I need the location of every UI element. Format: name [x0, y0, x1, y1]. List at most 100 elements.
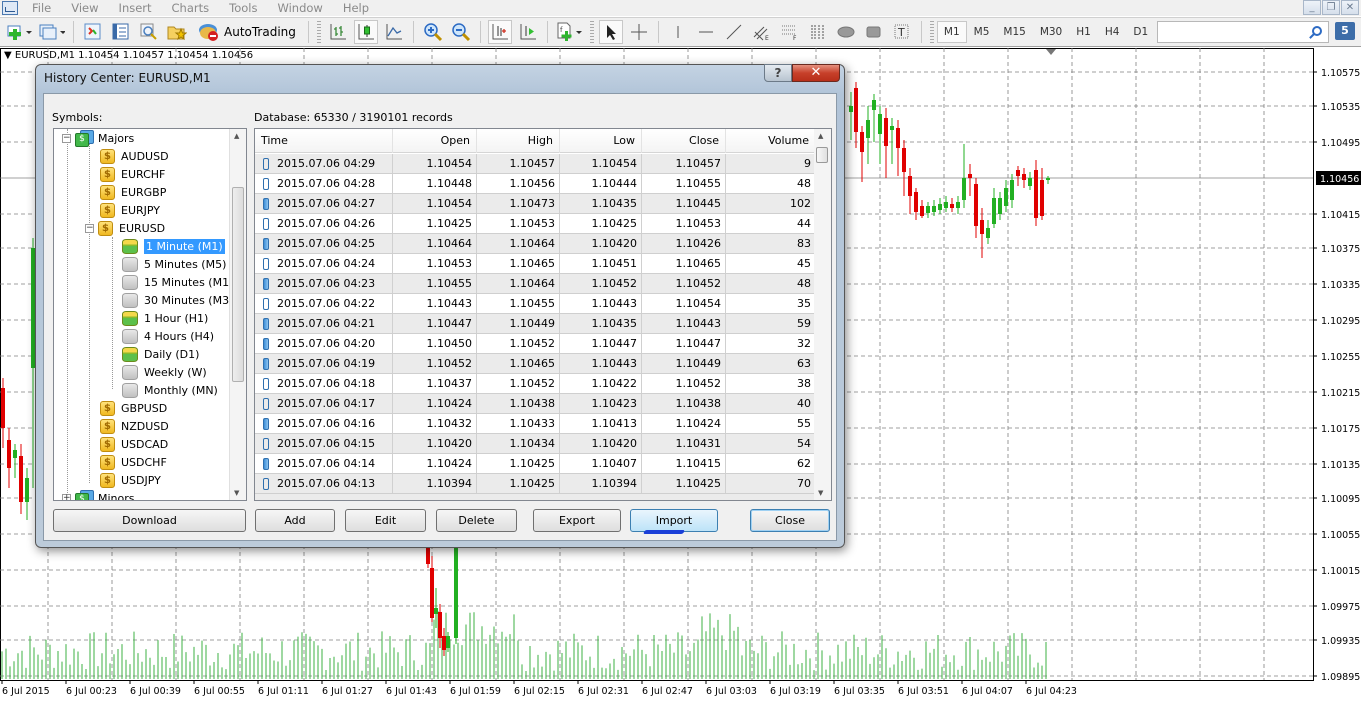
search-input[interactable]: [1157, 21, 1329, 43]
tree-group-majors[interactable]: − Majors: [62, 129, 134, 147]
indicators-button[interactable]: f: [555, 20, 585, 44]
scroll-up-icon[interactable]: ▲: [818, 132, 823, 140]
minimize-button[interactable]: _: [1303, 0, 1321, 15]
horizontal-line-button[interactable]: [694, 20, 718, 44]
table-row[interactable]: 2015.07.06 04:19 1.10452 1.10465 1.10443 1.1…: [255, 354, 815, 374]
text-label-button[interactable]: T: [890, 20, 914, 44]
tree-timeframe[interactable]: Daily (D1): [122, 345, 199, 363]
menu-charts[interactable]: Charts: [162, 0, 220, 16]
import-button[interactable]: Import: [630, 509, 718, 532]
table-row[interactable]: 2015.07.06 04:25 1.10464 1.10464 1.10420 1.1…: [255, 234, 815, 254]
vertical-line-button[interactable]: [666, 20, 690, 44]
tree-symbol-eurusd[interactable]: − $ EURUSD: [85, 219, 165, 237]
scroll-down-icon[interactable]: ▼: [818, 489, 823, 497]
table-scroll-thumb[interactable]: [816, 147, 828, 163]
column-high[interactable]: High: [477, 129, 560, 153]
timeframe-m5[interactable]: M5: [967, 21, 997, 43]
tree-timeframe[interactable]: Weekly (W): [122, 363, 207, 381]
download-button[interactable]: Download: [53, 509, 246, 532]
fibonacci-button[interactable]: F: [778, 20, 802, 44]
tree-timeframe[interactable]: Monthly (MN): [122, 381, 218, 399]
table-row[interactable]: 2015.07.06 04:28 1.10448 1.10456 1.10444 1.1…: [255, 174, 815, 194]
rectangle-button[interactable]: [862, 20, 886, 44]
tree-symbol[interactable]: $ EURGBP: [100, 183, 166, 201]
timeframe-m15[interactable]: M15: [996, 21, 1032, 43]
tree-timeframe[interactable]: 1 Minute (M1): [122, 237, 225, 255]
timeframe-m1[interactable]: M1: [936, 21, 967, 43]
terminal-button[interactable]: [165, 20, 189, 44]
tree-symbol[interactable]: $ EURCHF: [100, 165, 165, 183]
column-open[interactable]: Open: [393, 129, 477, 153]
table-row[interactable]: 2015.07.06 04:20 1.10450 1.10452 1.10447 1.1…: [255, 334, 815, 354]
new-chart-button[interactable]: [6, 20, 34, 44]
market-watch-button[interactable]: [81, 20, 105, 44]
search-icon[interactable]: [1312, 26, 1322, 36]
table-row[interactable]: 2015.07.06 04:23 1.10455 1.10464 1.10452 1.1…: [255, 274, 815, 294]
table-row[interactable]: 2015.07.06 04:15 1.10420 1.10434 1.10420 1.1…: [255, 434, 815, 454]
help-button[interactable]: ?: [764, 64, 792, 82]
table-row[interactable]: 2015.07.06 04:26 1.10425 1.10453 1.10425 1.1…: [255, 214, 815, 234]
cycle-lines-button[interactable]: [806, 20, 830, 44]
tree-symbol[interactable]: $ USDJPY: [100, 471, 161, 489]
symbols-tree[interactable]: − Majors $ AUDUSD $ EURCHF $ EURGBP $ EU…: [53, 128, 247, 501]
expand-icon[interactable]: +: [62, 493, 71, 500]
candlestick-chart-button[interactable]: [353, 20, 378, 44]
tree-symbol[interactable]: $ AUDUSD: [100, 147, 169, 165]
table-scrollbar[interactable]: ▲ ▼: [814, 129, 831, 500]
bar-chart-button[interactable]: [326, 20, 350, 44]
chart-menu-arrow-icon[interactable]: ▼: [4, 50, 15, 61]
column-low[interactable]: Low: [560, 129, 642, 153]
tree-group-minors[interactable]: + Minors: [62, 489, 135, 500]
chart-shift-button[interactable]: [516, 20, 540, 44]
trendline-button[interactable]: [722, 20, 746, 44]
crosshair-button[interactable]: [627, 20, 651, 44]
table-row[interactable]: 2015.07.06 04:13 1.10394 1.10425 1.10394 1.1…: [255, 474, 815, 494]
tree-timeframe[interactable]: 30 Minutes (M30): [122, 291, 240, 309]
table-row[interactable]: 2015.07.06 04:24 1.10453 1.10465 1.10451 1.1…: [255, 254, 815, 274]
menu-help[interactable]: Help: [333, 0, 379, 16]
tree-timeframe[interactable]: 4 Hours (H4): [122, 327, 214, 345]
menu-window[interactable]: Window: [267, 0, 332, 16]
timeframe-h1[interactable]: H1: [1069, 21, 1098, 43]
ellipse-button[interactable]: [834, 20, 858, 44]
history-table[interactable]: Time Open High Low Close Volume 2015.07.…: [254, 128, 832, 501]
table-row-partial[interactable]: [255, 494, 815, 500]
auto-scroll-button[interactable]: [487, 20, 512, 44]
dialog-close-x-button[interactable]: ✕: [792, 64, 840, 82]
table-row[interactable]: 2015.07.06 04:27 1.10454 1.10473 1.10435 1.1…: [255, 194, 815, 214]
scroll-down-icon[interactable]: ▼: [234, 489, 239, 497]
tree-symbol[interactable]: $ EURJPY: [100, 201, 160, 219]
zoom-in-button[interactable]: [421, 20, 445, 44]
tree-symbol[interactable]: $ GBPUSD: [100, 399, 167, 417]
table-row[interactable]: 2015.07.06 04:14 1.10424 1.10425 1.10407 1.1…: [255, 454, 815, 474]
close-window-button[interactable]: ✕: [1341, 0, 1359, 15]
zoom-out-button[interactable]: [449, 20, 473, 44]
equidistant-channel-button[interactable]: E: [750, 20, 774, 44]
table-row[interactable]: 2015.07.06 04:22 1.10443 1.10455 1.10443 1.1…: [255, 294, 815, 314]
autotrading-button[interactable]: AutoTrading: [193, 20, 301, 44]
add-button[interactable]: Add: [255, 509, 335, 532]
timeframe-m30[interactable]: M30: [1033, 21, 1069, 43]
delete-button[interactable]: Delete: [436, 509, 517, 532]
navigator-button[interactable]: [137, 20, 161, 44]
line-chart-button[interactable]: [382, 20, 406, 44]
scroll-up-icon[interactable]: ▲: [234, 132, 239, 140]
timeframe-d1[interactable]: D1: [1126, 21, 1155, 43]
restore-button[interactable]: ❐: [1322, 0, 1340, 15]
tree-symbol[interactable]: $ USDCHF: [100, 453, 167, 471]
table-row[interactable]: 2015.07.06 04:16 1.10432 1.10433 1.10413 1.1…: [255, 414, 815, 434]
table-row[interactable]: 2015.07.06 04:18 1.10437 1.10452 1.10422 1.1…: [255, 374, 815, 394]
tree-timeframe[interactable]: 15 Minutes (M15): [122, 273, 240, 291]
column-time[interactable]: Time: [255, 129, 393, 153]
collapse-icon[interactable]: −: [85, 223, 94, 233]
tree-scrollbar[interactable]: ▲ ▼: [229, 129, 246, 500]
tree-timeframe[interactable]: 1 Hour (H1): [122, 309, 208, 327]
menu-tools[interactable]: Tools: [219, 0, 267, 16]
close-button[interactable]: Close: [750, 509, 830, 532]
data-window-button[interactable]: [109, 20, 133, 44]
tree-symbol[interactable]: $ USDCAD: [100, 435, 168, 453]
cursor-button[interactable]: [598, 20, 623, 44]
menu-insert[interactable]: Insert: [109, 0, 162, 16]
column-volume[interactable]: Volume: [726, 129, 815, 153]
menu-view[interactable]: View: [61, 0, 108, 16]
